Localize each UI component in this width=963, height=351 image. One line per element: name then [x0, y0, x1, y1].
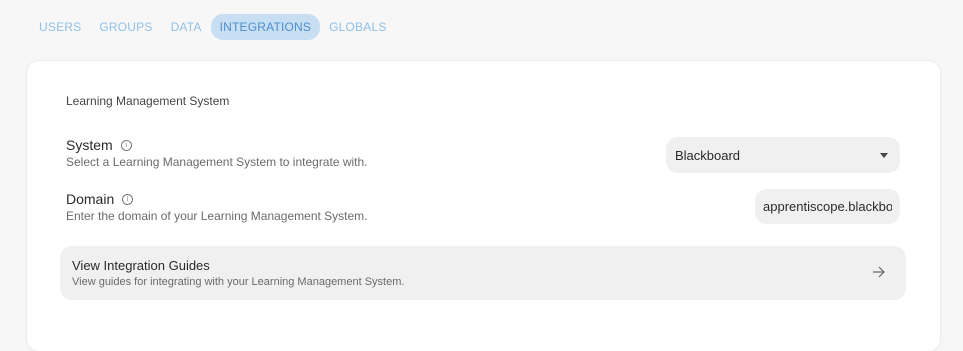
tab-data[interactable]: DATA — [162, 14, 211, 40]
info-icon[interactable]: i — [122, 193, 134, 205]
system-label-row: System i — [66, 137, 132, 153]
system-description: Select a Learning Management System to i… — [66, 155, 368, 169]
system-select-value: Blackboard — [675, 147, 741, 163]
guides-title: View Integration Guides — [72, 258, 210, 273]
info-icon[interactable]: i — [120, 139, 132, 151]
tab-globals[interactable]: GLOBALS — [320, 14, 395, 40]
arrow-right-icon — [873, 266, 885, 278]
chevron-down-icon — [880, 152, 888, 158]
system-label: System — [66, 137, 113, 153]
settings-card: Learning Management System System i Sele… — [27, 61, 940, 351]
view-integration-guides-button[interactable]: View Integration Guides View guides for … — [60, 246, 906, 300]
domain-description: Enter the domain of your Learning Manage… — [66, 209, 368, 223]
system-select[interactable]: Blackboard — [666, 137, 900, 173]
tab-groups[interactable]: GROUPS — [90, 14, 161, 40]
domain-label-row: Domain i — [66, 191, 134, 207]
tab-bar: USERS GROUPS DATA INTEGRATIONS GLOBALS — [30, 14, 396, 40]
guides-description: View guides for integrating with your Le… — [72, 276, 405, 288]
domain-label: Domain — [66, 191, 115, 207]
tab-users[interactable]: USERS — [30, 14, 90, 40]
tab-integrations[interactable]: INTEGRATIONS — [210, 14, 321, 40]
section-title: Learning Management System — [66, 94, 230, 108]
domain-input[interactable] — [755, 189, 900, 224]
